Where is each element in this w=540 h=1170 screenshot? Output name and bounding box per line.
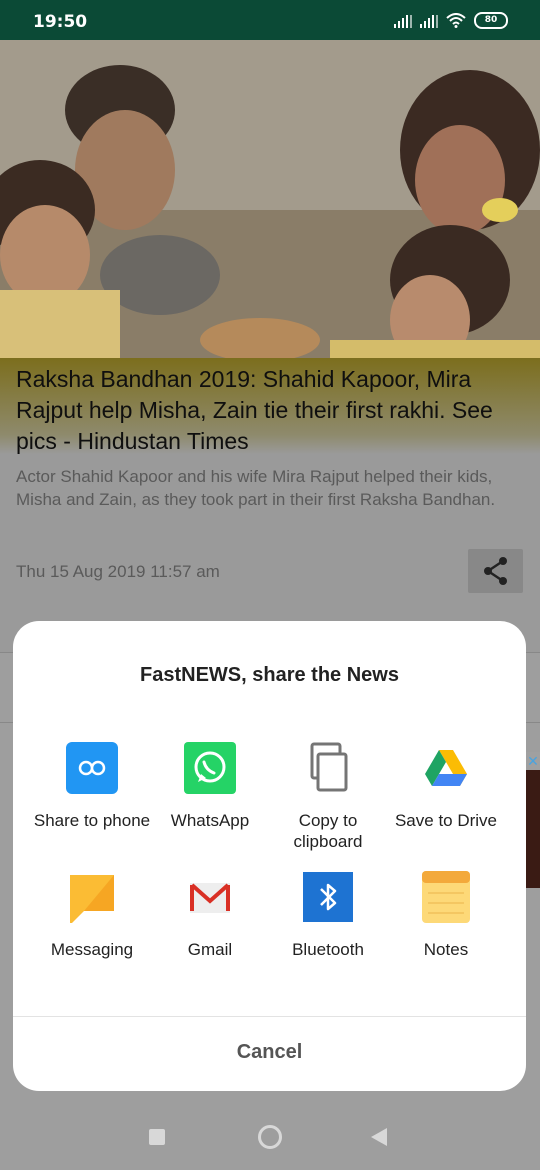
status-bar: 19:50 80 [0, 0, 540, 40]
article-headline[interactable]: Raksha Bandhan 2019: Shahid Kapoor, Mira… [0, 358, 540, 454]
copy-to-clipboard-option[interactable]: Copy to clipboard [269, 742, 387, 852]
status-icons: 80 [394, 12, 508, 29]
bluetooth-option[interactable]: Bluetooth [269, 871, 387, 960]
article-summary: Actor Shahid Kapoor and his wife Mira Ra… [16, 467, 496, 509]
notes-label: Notes [423, 940, 469, 959]
bluetooth-icon [302, 871, 354, 923]
home-icon[interactable] [258, 1125, 282, 1149]
signal-icon-2 [420, 14, 438, 28]
battery-icon: 80 [474, 12, 508, 29]
copy-to-clipboard-label: Copy to clipboard [293, 811, 363, 851]
messaging-label: Messaging [50, 940, 134, 959]
share-sheet: FastNEWS, share the News Share to phone … [13, 621, 526, 1091]
share-icon [484, 557, 507, 585]
save-to-drive-label: Save to Drive [394, 811, 498, 830]
save-to-drive-option[interactable]: Save to Drive [387, 742, 505, 831]
article-date: Thu 15 Aug 2019 11:57 am [16, 562, 220, 581]
messaging-option[interactable]: Messaging [33, 871, 151, 960]
share-to-phone-label: Share to phone [33, 811, 151, 830]
share-sheet-title: FastNEWS, share the News [140, 664, 399, 686]
whatsapp-option[interactable]: WhatsApp [151, 742, 269, 831]
google-drive-icon [420, 742, 472, 794]
share-to-phone-option[interactable]: Share to phone [33, 742, 151, 831]
whatsapp-icon [184, 742, 236, 794]
status-time: 19:50 [33, 12, 88, 32]
gmail-label: Gmail [187, 940, 233, 959]
recent-apps-icon[interactable] [149, 1129, 165, 1145]
cancel-button[interactable]: Cancel [13, 1041, 526, 1064]
sheet-divider [13, 1016, 526, 1017]
gmail-option[interactable]: Gmail [151, 871, 269, 960]
gmail-icon [184, 871, 236, 923]
whatsapp-label: WhatsApp [170, 811, 250, 830]
messaging-icon [66, 871, 118, 925]
wifi-icon [446, 13, 466, 28]
signal-icon [394, 14, 412, 28]
article-share-button[interactable] [468, 549, 523, 593]
back-icon[interactable] [371, 1128, 387, 1146]
share-to-phone-icon [66, 742, 118, 794]
article-card[interactable]: Raksha Bandhan 2019: Shahid Kapoor, Mira… [0, 40, 540, 652]
ad-banner[interactable] [526, 752, 540, 888]
navigation-bar [0, 1098, 540, 1170]
notes-option[interactable]: Notes [387, 871, 505, 960]
ad-close-icon[interactable]: ✕ [526, 752, 540, 770]
notes-icon [420, 871, 472, 923]
bluetooth-label: Bluetooth [292, 940, 364, 959]
copy-icon [302, 742, 354, 794]
